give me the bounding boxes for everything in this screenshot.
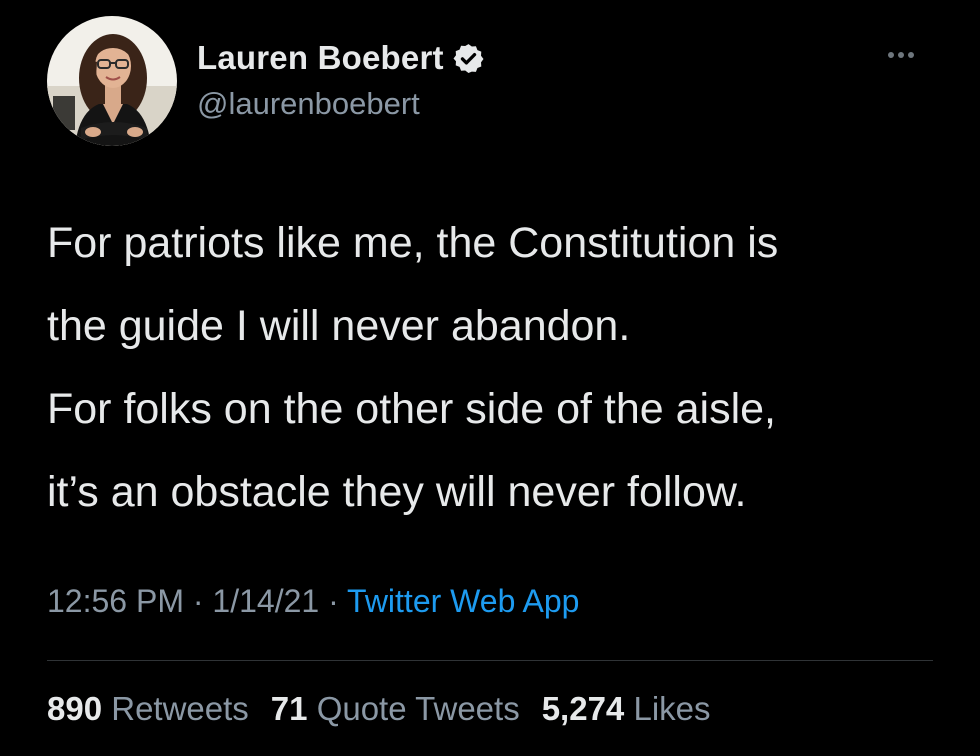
tweet-paragraph-2: For folks on the other side of the aisle… bbox=[47, 368, 947, 534]
author-name-row[interactable]: Lauren Boebert bbox=[197, 38, 485, 78]
retweets-stat[interactable]: 890 Retweets bbox=[47, 690, 249, 728]
tweet-date[interactable]: 1/14/21 bbox=[212, 583, 319, 619]
retweets-count: 890 bbox=[47, 690, 103, 727]
quote-tweets-stat[interactable]: 71 Quote Tweets bbox=[271, 690, 520, 728]
more-options-icon[interactable] bbox=[886, 46, 916, 64]
more-dot bbox=[908, 52, 914, 58]
tweet-line: it’s an obstacle they will never follow. bbox=[47, 468, 747, 516]
tweet-source-link[interactable]: Twitter Web App bbox=[347, 583, 579, 619]
tweet-stats: 890 Retweets 71 Quote Tweets 5,274 Likes bbox=[47, 690, 711, 728]
tweet-line: For folks on the other side of the aisle… bbox=[47, 385, 777, 433]
avatar-image bbox=[47, 16, 177, 146]
quote-tweets-count: 71 bbox=[270, 690, 308, 727]
meta-separator: · bbox=[192, 583, 204, 619]
tweet-metadata: 12:56 PM · 1/14/21 · Twitter Web App bbox=[47, 583, 579, 620]
tweet-text: For patriots like me, the Constitution i… bbox=[47, 202, 947, 534]
display-name[interactable]: Lauren Boebert bbox=[197, 39, 444, 77]
likes-label: Likes bbox=[633, 690, 711, 727]
quote-tweets-label: Quote Tweets bbox=[316, 690, 520, 727]
divider bbox=[47, 660, 933, 661]
tweet-line: the guide I will never abandon. bbox=[47, 302, 631, 350]
meta-separator: · bbox=[328, 583, 339, 619]
author-handle[interactable]: @laurenboebert bbox=[197, 86, 420, 122]
likes-count: 5,274 bbox=[541, 690, 625, 727]
retweets-label: Retweets bbox=[111, 690, 249, 727]
likes-stat[interactable]: 5,274 Likes bbox=[542, 690, 711, 728]
avatar[interactable] bbox=[47, 16, 177, 146]
more-dot bbox=[888, 52, 894, 58]
more-dot bbox=[898, 52, 904, 58]
verified-badge-icon bbox=[452, 42, 485, 75]
tweet-time[interactable]: 12:56 PM bbox=[47, 583, 184, 619]
tweet-detail: Lauren Boebert @laurenboebert For patrio… bbox=[0, 0, 980, 756]
tweet-line: For patriots like me, the Constitution i… bbox=[47, 219, 779, 267]
tweet-paragraph-1: For patriots like me, the Constitution i… bbox=[47, 202, 947, 368]
